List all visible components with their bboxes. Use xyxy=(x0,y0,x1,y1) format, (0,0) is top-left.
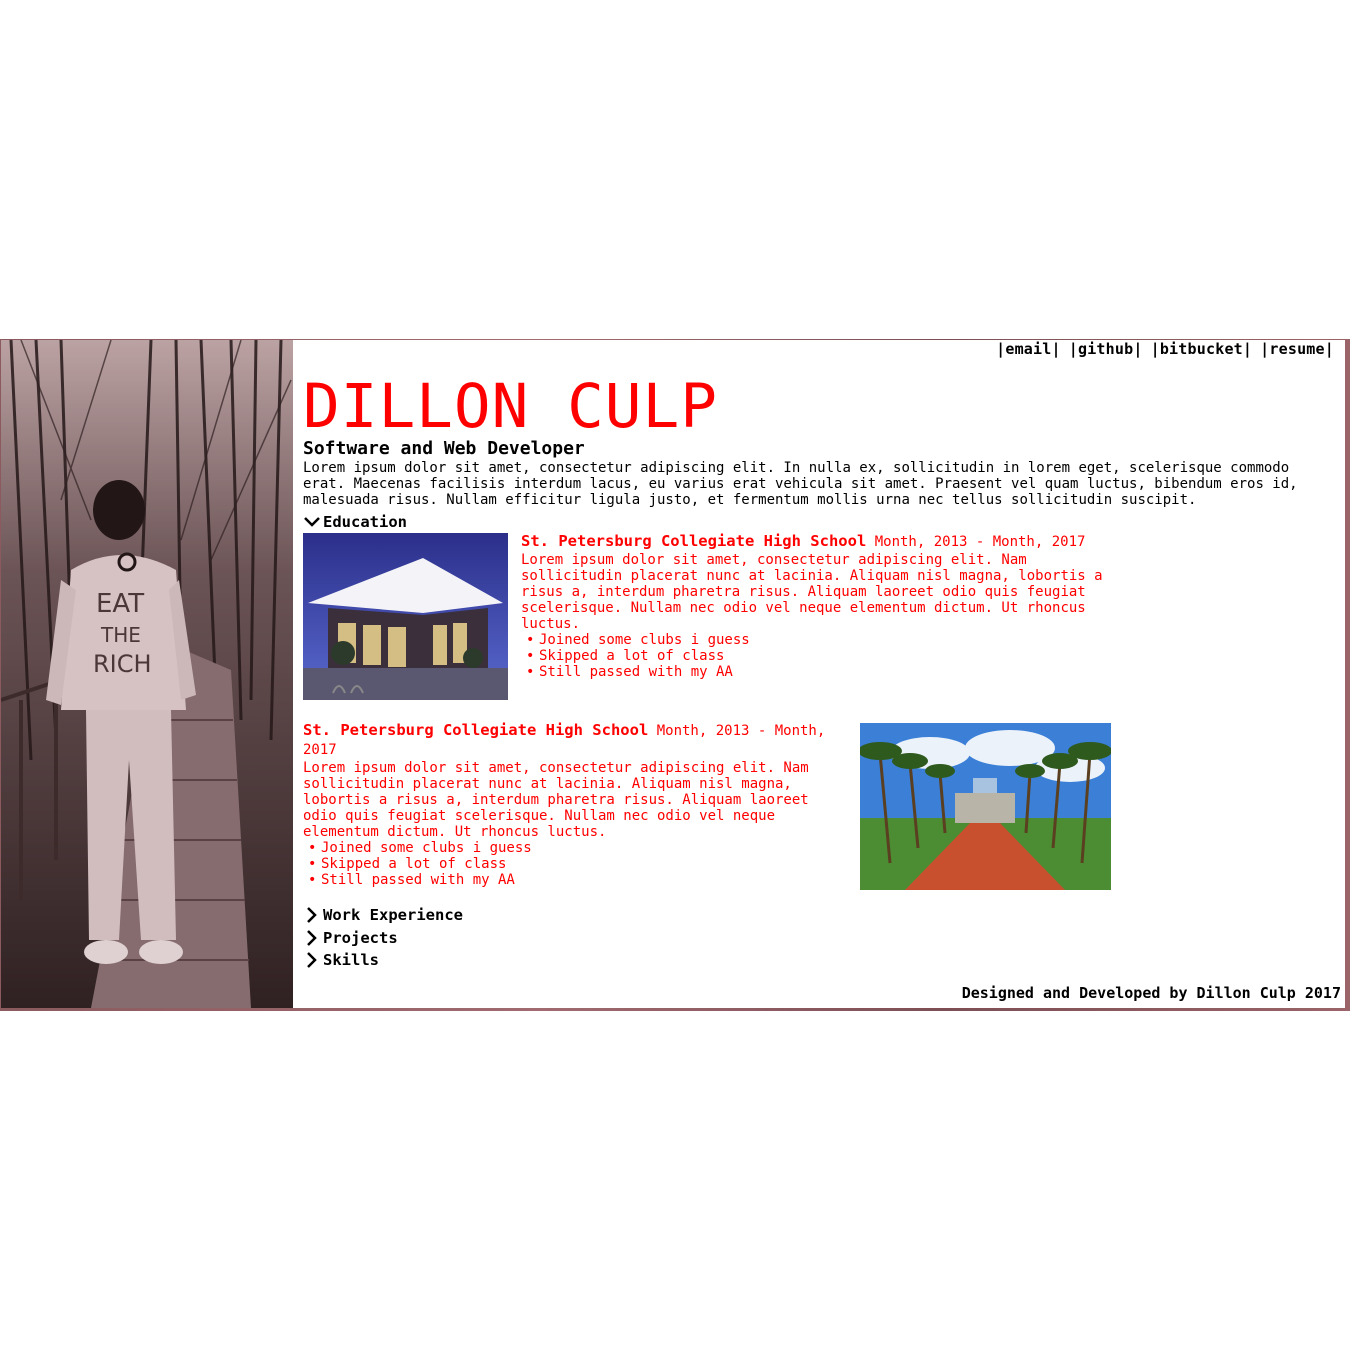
school-description: Lorem ipsum dolor sit amet, consectetur … xyxy=(521,552,1103,632)
footer-credit: Designed and Developed by Dillon Culp 20… xyxy=(961,984,1341,1002)
intro-text: Lorem ipsum dolor sit amet, consectetur … xyxy=(303,460,1298,508)
chevron-down-icon xyxy=(304,517,320,527)
email-link[interactable]: |email| xyxy=(996,340,1061,358)
skills-label: Skills xyxy=(323,951,379,969)
school-name: St. Petersburg Collegiate High School xyxy=(303,721,649,739)
skills-toggle[interactable]: Skills xyxy=(303,950,379,970)
job-title: Software and Web Developer xyxy=(303,438,585,459)
chevron-right-icon xyxy=(307,952,317,968)
education-toggle[interactable]: Education xyxy=(303,512,407,532)
campus-walkway-image xyxy=(860,723,1111,890)
projects-label: Projects xyxy=(323,929,398,947)
school-bullets: Joined some clubs i guess Skipped a lot … xyxy=(303,840,848,888)
resume-card: |email| |github| |bitbucket| |resume| DILLO… xyxy=(293,340,1345,1008)
school-building-image xyxy=(303,533,508,700)
page-title: DILLON CULP xyxy=(303,371,718,442)
list-item: Joined some clubs i guess xyxy=(303,840,848,856)
education-label: Education xyxy=(323,513,407,531)
top-links: |email| |github| |bitbucket| |resume| xyxy=(996,340,1334,358)
resume-link[interactable]: |resume| xyxy=(1260,340,1334,358)
list-item: Skipped a lot of class xyxy=(521,648,1121,664)
github-link[interactable]: |github| xyxy=(1069,340,1143,358)
bitbucket-link[interactable]: |bitbucket| xyxy=(1151,340,1253,358)
education-entry-1: St. Petersburg Collegiate High School Mo… xyxy=(521,532,1121,680)
projects-toggle[interactable]: Projects xyxy=(303,928,398,948)
profile-photo: EAT THE RICH xyxy=(1,340,293,1008)
school-name: St. Petersburg Collegiate High School xyxy=(521,532,867,550)
profile-photo-art: EAT THE RICH xyxy=(1,340,293,1008)
list-item: Still passed with my AA xyxy=(521,664,1121,680)
list-item: Skipped a lot of class xyxy=(303,856,848,872)
work-experience-label: Work Experience xyxy=(323,906,463,924)
school-description: Lorem ipsum dolor sit amet, consectetur … xyxy=(303,760,809,840)
school-bullets: Joined some clubs i guess Skipped a lot … xyxy=(521,632,1121,680)
work-experience-toggle[interactable]: Work Experience xyxy=(303,905,463,925)
school-dates: Month, 2013 - Month, 2017 xyxy=(874,534,1086,550)
chevron-right-icon xyxy=(307,907,317,923)
list-item: Joined some clubs i guess xyxy=(521,632,1121,648)
education-entry-2: St. Petersburg Collegiate High School Mo… xyxy=(303,721,848,888)
chevron-right-icon xyxy=(307,930,317,946)
list-item: Still passed with my AA xyxy=(303,872,848,888)
